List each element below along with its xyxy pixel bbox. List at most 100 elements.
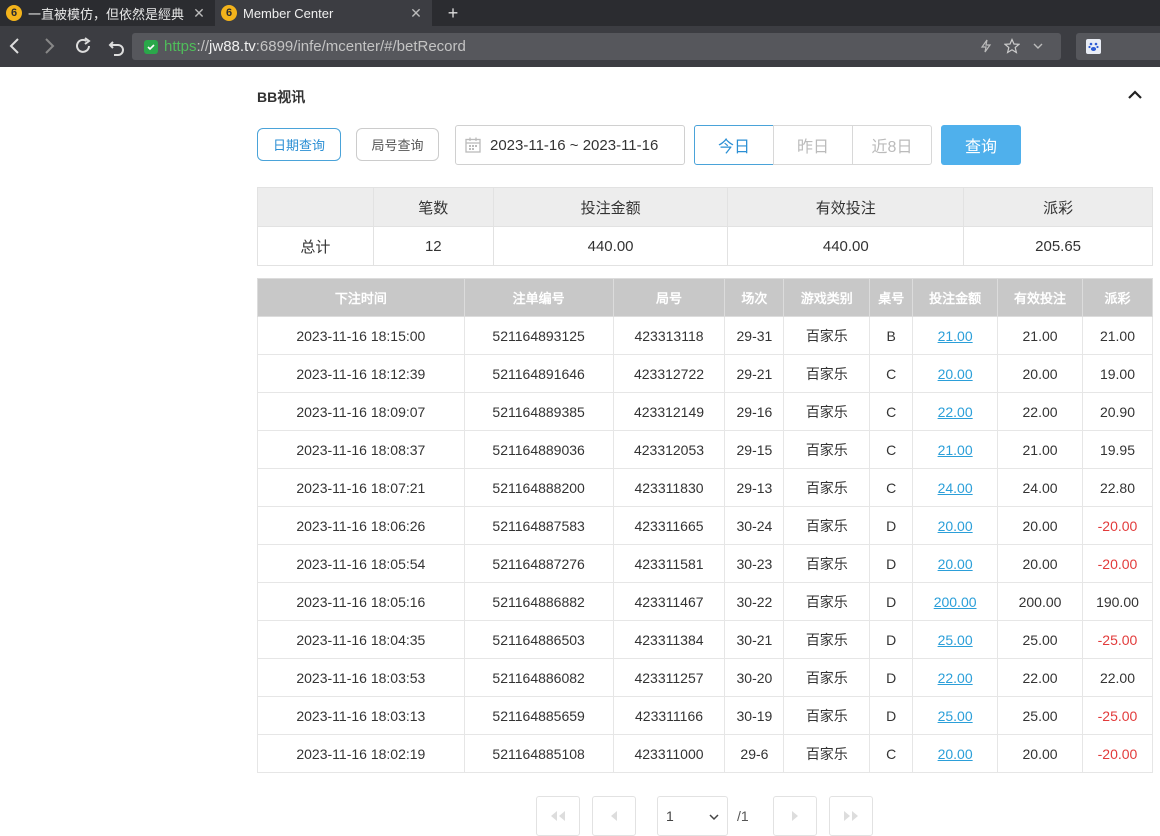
- bet-time-cell: 2023-11-16 18:06:26: [257, 506, 465, 545]
- bet-amount-link[interactable]: 21.00: [912, 430, 999, 469]
- collapse-chevron-up-icon[interactable]: [1126, 86, 1144, 104]
- bet-amount-link[interactable]: 200.00: [912, 582, 999, 621]
- new-tab-icon[interactable]: +: [442, 0, 464, 26]
- bet-time-cell: 2023-11-16 18:12:39: [257, 354, 465, 393]
- bet-id-cell: 521164891646: [463, 354, 614, 393]
- game-type-cell: 百家乐: [783, 392, 871, 431]
- today-range-button[interactable]: 今日: [694, 125, 774, 165]
- star-icon[interactable]: [1003, 37, 1021, 55]
- last-8-days-range-button[interactable]: 近8日: [852, 125, 932, 165]
- lightning-icon[interactable]: [977, 37, 995, 55]
- bet-time-cell: 2023-11-16 18:04:35: [257, 620, 465, 659]
- payout-cell: 21.00: [1081, 316, 1154, 355]
- payout-cell: -25.00: [1081, 620, 1154, 659]
- payout-cell: 190.00: [1081, 582, 1154, 621]
- bet-amount-link[interactable]: 24.00: [912, 468, 999, 507]
- records-body: 2023-11-16 18:15:00 521164893125 423313118…: [257, 316, 1154, 773]
- last-page-button[interactable]: [829, 796, 873, 836]
- payout-cell: 22.00: [1081, 658, 1154, 697]
- bet-id-cell: 521164885659: [463, 696, 614, 735]
- summary-cell: 总计: [257, 226, 374, 266]
- summary-cell: 440.00: [727, 226, 965, 266]
- close-tab-icon[interactable]: ✕: [189, 5, 209, 22]
- page-total: /1: [737, 808, 749, 824]
- search-button[interactable]: 查询: [941, 125, 1021, 165]
- table-cell: C: [869, 468, 914, 507]
- payout-cell: 19.95: [1081, 430, 1154, 469]
- date-range-picker[interactable]: 2023-11-16 ~ 2023-11-16: [455, 125, 685, 165]
- yesterday-range-button[interactable]: 昨日: [773, 125, 853, 165]
- browser-toolbar: https://jw88.tv:6899/infe/mcenter/#/betR…: [0, 26, 1160, 67]
- session-cell: 30-23: [724, 544, 785, 583]
- table-cell: D: [869, 696, 914, 735]
- summary-header: [257, 187, 374, 227]
- game-type-cell: 百家乐: [783, 734, 871, 773]
- payout-cell: -20.00: [1081, 544, 1154, 583]
- forward-icon[interactable]: [37, 34, 61, 58]
- table-row: 2023-11-16 18:03:13 521164885659 423311166…: [257, 696, 1154, 735]
- next-page-button[interactable]: [773, 796, 817, 836]
- table-cell: C: [869, 354, 914, 393]
- bet-id-cell: 521164886082: [463, 658, 614, 697]
- bet-id-cell: 521164889385: [463, 392, 614, 431]
- valid-bet-cell: 24.00: [997, 468, 1083, 507]
- payout-cell: -20.00: [1081, 734, 1154, 773]
- table-row: 2023-11-16 18:03:53 521164886082 423311257…: [257, 658, 1154, 697]
- table-cell: D: [869, 544, 914, 583]
- bet-amount-link[interactable]: 22.00: [912, 658, 999, 697]
- bet-time-cell: 2023-11-16 18:03:13: [257, 696, 465, 735]
- game-type-cell: 百家乐: [783, 544, 871, 583]
- bet-time-cell: 2023-11-16 18:09:07: [257, 392, 465, 431]
- table-cell: D: [869, 582, 914, 621]
- session-cell: 29-6: [724, 734, 785, 773]
- bet-amount-link[interactable]: 20.00: [912, 544, 999, 583]
- chevron-down-icon[interactable]: [1029, 37, 1047, 55]
- bet-amount-link[interactable]: 20.00: [912, 734, 999, 773]
- column-header: 注单编号: [463, 278, 614, 317]
- column-header: 场次: [724, 278, 785, 317]
- bet-amount-link[interactable]: 20.00: [912, 354, 999, 393]
- round-id-cell: 423312722: [612, 354, 726, 393]
- valid-bet-cell: 200.00: [997, 582, 1083, 621]
- back-icon[interactable]: [3, 34, 27, 58]
- table-row: 2023-11-16 18:07:21 521164888200 423311830…: [257, 468, 1154, 507]
- table-cell: B: [869, 316, 914, 355]
- round-id-cell: 423311000: [612, 734, 726, 773]
- column-header: 有效投注: [997, 278, 1083, 317]
- valid-bet-cell: 25.00: [997, 620, 1083, 659]
- bet-amount-link[interactable]: 20.00: [912, 506, 999, 545]
- date-query-button[interactable]: 日期查询: [257, 128, 341, 161]
- valid-bet-cell: 20.00: [997, 506, 1083, 545]
- bet-time-cell: 2023-11-16 18:15:00: [257, 316, 465, 355]
- payout-cell: 19.00: [1081, 354, 1154, 393]
- bet-amount-link[interactable]: 25.00: [912, 696, 999, 735]
- bet-amount-link[interactable]: 22.00: [912, 392, 999, 431]
- page-select[interactable]: 1: [657, 796, 728, 836]
- close-tab-icon[interactable]: ✕: [406, 5, 426, 22]
- prev-page-button[interactable]: [592, 796, 636, 836]
- round-id-cell: 423311830: [612, 468, 726, 507]
- browser-tab-2[interactable]: 6 Member Center ✕: [215, 0, 432, 26]
- undo-icon[interactable]: [105, 34, 129, 58]
- records-header-row: 下注时间 注单编号 局号 场次 游戏类别 桌号 投注金额 有效投注 派彩: [257, 278, 1154, 317]
- address-bar[interactable]: https://jw88.tv:6899/infe/mcenter/#/betR…: [132, 33, 1061, 60]
- calendar-icon: [464, 136, 482, 154]
- valid-bet-cell: 21.00: [997, 316, 1083, 355]
- browser-tab-1[interactable]: 6 一直被模仿，但依然是經典 ✕: [0, 0, 215, 26]
- valid-bet-cell: 22.00: [997, 392, 1083, 431]
- tab-title: 一直被模仿，但依然是經典: [28, 6, 185, 22]
- column-header: 投注金额: [912, 278, 999, 317]
- bet-id-cell: 521164886882: [463, 582, 614, 621]
- first-page-button[interactable]: [536, 796, 580, 836]
- page-title: BB视讯: [257, 89, 306, 105]
- reload-icon[interactable]: [71, 34, 95, 58]
- round-query-button[interactable]: 局号查询: [356, 128, 439, 161]
- search-engine-box[interactable]: [1076, 33, 1160, 60]
- column-header: 派彩: [1081, 278, 1154, 317]
- bet-amount-link[interactable]: 25.00: [912, 620, 999, 659]
- round-id-cell: 423312053: [612, 430, 726, 469]
- bet-amount-link[interactable]: 21.00: [912, 316, 999, 355]
- page-select-value: 1: [666, 808, 674, 824]
- round-id-cell: 423311581: [612, 544, 726, 583]
- bet-id-cell: 521164887276: [463, 544, 614, 583]
